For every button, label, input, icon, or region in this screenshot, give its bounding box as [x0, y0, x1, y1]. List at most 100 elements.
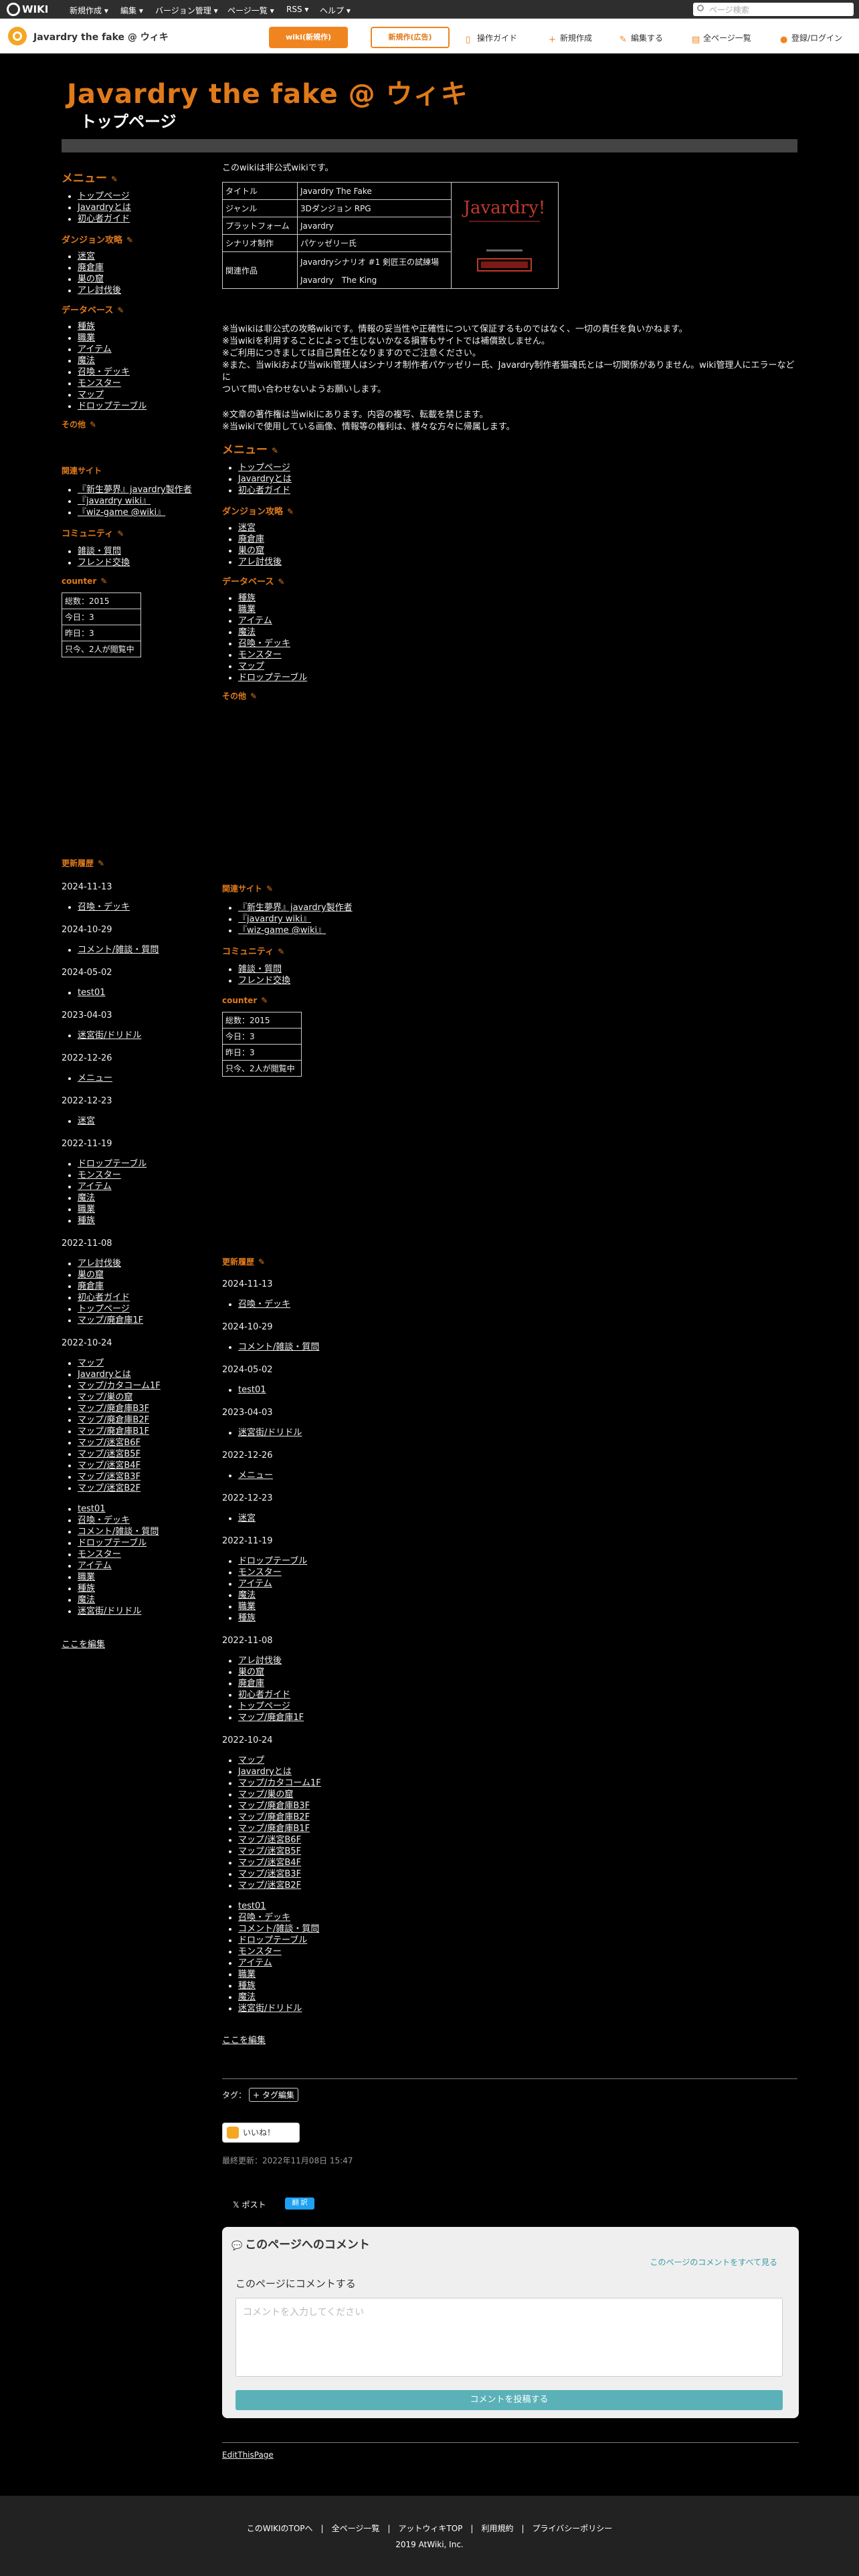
update-link[interactable]: マップ/迷宮B5F: [238, 1846, 301, 1856]
update-link[interactable]: 召喚・デッキ: [238, 1913, 290, 1923]
db-link[interactable]: モンスター: [78, 379, 121, 389]
menu-link[interactable]: 初心者ガイド: [78, 214, 130, 224]
dungeon-link[interactable]: 迷宮: [78, 251, 95, 261]
translate-button[interactable]: 翻 訳: [285, 2197, 314, 2210]
update-link[interactable]: ドロップテーブル: [78, 1538, 147, 1548]
update-link[interactable]: test01: [78, 1504, 106, 1514]
update-link[interactable]: マップ/迷宮B6F: [238, 1835, 301, 1845]
menu-link[interactable]: トップページ: [78, 191, 130, 201]
edit-here-link[interactable]: ここを編集: [222, 2036, 266, 2046]
all-pages-button[interactable]: ▤ 全ページ一覧: [692, 32, 751, 44]
dungeon-link[interactable]: アレ討伐後: [238, 557, 282, 567]
update-link[interactable]: 種族: [78, 1584, 95, 1594]
db-link[interactable]: ドロップテーブル: [78, 401, 147, 411]
update-link[interactable]: メニュー: [78, 1073, 112, 1083]
edit-pencil-icon[interactable]: ✎: [117, 529, 124, 538]
edit-pencil-icon[interactable]: ✎: [266, 884, 273, 893]
update-link[interactable]: 巣の窟: [78, 1270, 104, 1280]
atwiki-logo[interactable]: WIKI: [7, 2, 48, 17]
other-heading[interactable]: その他 ✎: [62, 419, 215, 430]
update-link[interactable]: マップ: [238, 1755, 264, 1765]
update-link[interactable]: コメント/雑談・質問: [238, 1924, 319, 1934]
db-link[interactable]: マップ: [238, 661, 264, 671]
menu-link[interactable]: 初心者ガイド: [238, 486, 290, 496]
db-link[interactable]: 職業: [238, 605, 256, 615]
update-link[interactable]: マップ/迷宮B5F: [78, 1449, 140, 1459]
db-link[interactable]: 魔法: [78, 356, 95, 366]
update-link[interactable]: ドロップテーブル: [78, 1159, 147, 1169]
dungeon-link[interactable]: 廃倉庫: [238, 534, 264, 544]
edit-pencil-icon[interactable]: ✎: [117, 306, 124, 315]
update-link[interactable]: マップ: [78, 1358, 104, 1368]
dungeon-link[interactable]: 巣の窟: [78, 274, 104, 284]
db-link[interactable]: 召喚・デッキ: [78, 367, 130, 377]
update-link[interactable]: 種族: [78, 1216, 95, 1226]
comment-submit-button[interactable]: コメントを投稿する: [235, 2390, 783, 2410]
update-link[interactable]: アイテム: [238, 1958, 272, 1968]
update-link[interactable]: test01: [238, 1901, 266, 1911]
update-link[interactable]: 迷宮街/ドリドル: [238, 1428, 302, 1438]
update-link[interactable]: ドロップテーブル: [238, 1556, 307, 1566]
edit-pencil-icon[interactable]: ✎: [126, 235, 133, 245]
edit-pencil-icon[interactable]: ✎: [98, 859, 104, 868]
update-link[interactable]: コメント/雑談・質問: [238, 1342, 319, 1352]
menu-help[interactable]: ヘルプ ▾: [320, 5, 351, 16]
menu-edit[interactable]: 編集 ▾: [120, 5, 143, 16]
update-link[interactable]: アイテム: [238, 1579, 272, 1589]
db-link[interactable]: 召喚・デッキ: [238, 639, 290, 649]
update-link[interactable]: 巣の窟: [238, 1667, 264, 1677]
update-link[interactable]: マップ/迷宮B2F: [238, 1881, 301, 1891]
update-link[interactable]: 魔法: [78, 1193, 95, 1203]
update-link[interactable]: 迷宮街/ドリドル: [78, 1031, 141, 1041]
update-link[interactable]: コメント/雑談・質問: [78, 945, 159, 955]
db-link[interactable]: 魔法: [238, 627, 256, 637]
update-link[interactable]: test01: [238, 1385, 266, 1395]
wiki-logo-icon[interactable]: [8, 27, 27, 45]
update-link[interactable]: マップ/廃倉庫B2F: [238, 1812, 310, 1822]
edit-pencil-icon[interactable]: ✎: [258, 1257, 265, 1267]
x-post-button[interactable]: 𝕏 ポスト: [233, 2200, 266, 2210]
other-heading[interactable]: その他 ✎: [222, 690, 490, 702]
site-title[interactable]: Javardry the fake @ ウィキ: [67, 72, 468, 111]
ad-button[interactable]: 新規作(広告): [371, 27, 450, 48]
update-link[interactable]: 初心者ガイド: [78, 1293, 130, 1303]
edit-pencil-icon[interactable]: ✎: [90, 420, 96, 429]
tag-edit-button[interactable]: + タグ編集: [249, 2088, 298, 2102]
update-link[interactable]: 魔法: [238, 1992, 256, 2002]
dungeon-link[interactable]: 迷宮: [238, 523, 256, 533]
db-link[interactable]: 職業: [78, 333, 95, 343]
update-link[interactable]: コメント/雑談・質問: [78, 1527, 159, 1537]
db-link[interactable]: アイテム: [78, 344, 112, 354]
update-link[interactable]: ドロップテーブル: [238, 1935, 307, 1945]
guide-button[interactable]: ▯ 操作ガイド: [466, 32, 517, 44]
related-link[interactable]: 『wiz-game @wiki』: [78, 508, 165, 518]
db-link[interactable]: マップ: [78, 390, 104, 400]
edit-pencil-icon[interactable]: ✎: [100, 576, 107, 586]
edit-pencil-icon[interactable]: ✎: [278, 947, 284, 956]
update-link[interactable]: モンスター: [238, 1568, 282, 1578]
menu-link[interactable]: Javardryとは: [78, 203, 131, 213]
like-button[interactable]: いいね！: [222, 2123, 300, 2143]
update-link[interactable]: マップ/巣の窟: [238, 1790, 293, 1800]
db-link[interactable]: ドロップテーブル: [238, 673, 307, 683]
related-link[interactable]: 『wiz-game @wiki』: [238, 926, 326, 936]
comment-textarea[interactable]: コメントを入力してください: [235, 2298, 783, 2377]
update-link[interactable]: 職業: [78, 1204, 95, 1214]
update-link[interactable]: アレ討伐後: [78, 1259, 121, 1269]
update-link[interactable]: 種族: [238, 1613, 256, 1623]
update-link[interactable]: マップ/迷宮B3F: [78, 1472, 140, 1482]
db-link[interactable]: アイテム: [238, 616, 272, 626]
edit-here-link[interactable]: ここを編集: [62, 1640, 105, 1650]
update-link[interactable]: 職業: [238, 1602, 256, 1612]
update-link[interactable]: Javardryとは: [78, 1370, 131, 1380]
update-link[interactable]: 廃倉庫: [238, 1679, 264, 1689]
update-link[interactable]: アレ討伐後: [238, 1656, 282, 1666]
related-link[interactable]: 『javardry wiki』: [78, 496, 151, 506]
menu-link[interactable]: Javardryとは: [238, 474, 292, 484]
update-link[interactable]: Javardryとは: [238, 1767, 292, 1777]
update-link[interactable]: 迷宮: [78, 1116, 95, 1126]
update-link[interactable]: トップページ: [78, 1304, 130, 1314]
db-link[interactable]: 種族: [78, 322, 95, 332]
update-link[interactable]: マップ/廃倉庫B3F: [238, 1801, 310, 1811]
update-link[interactable]: マップ/廃倉庫1F: [78, 1315, 143, 1325]
